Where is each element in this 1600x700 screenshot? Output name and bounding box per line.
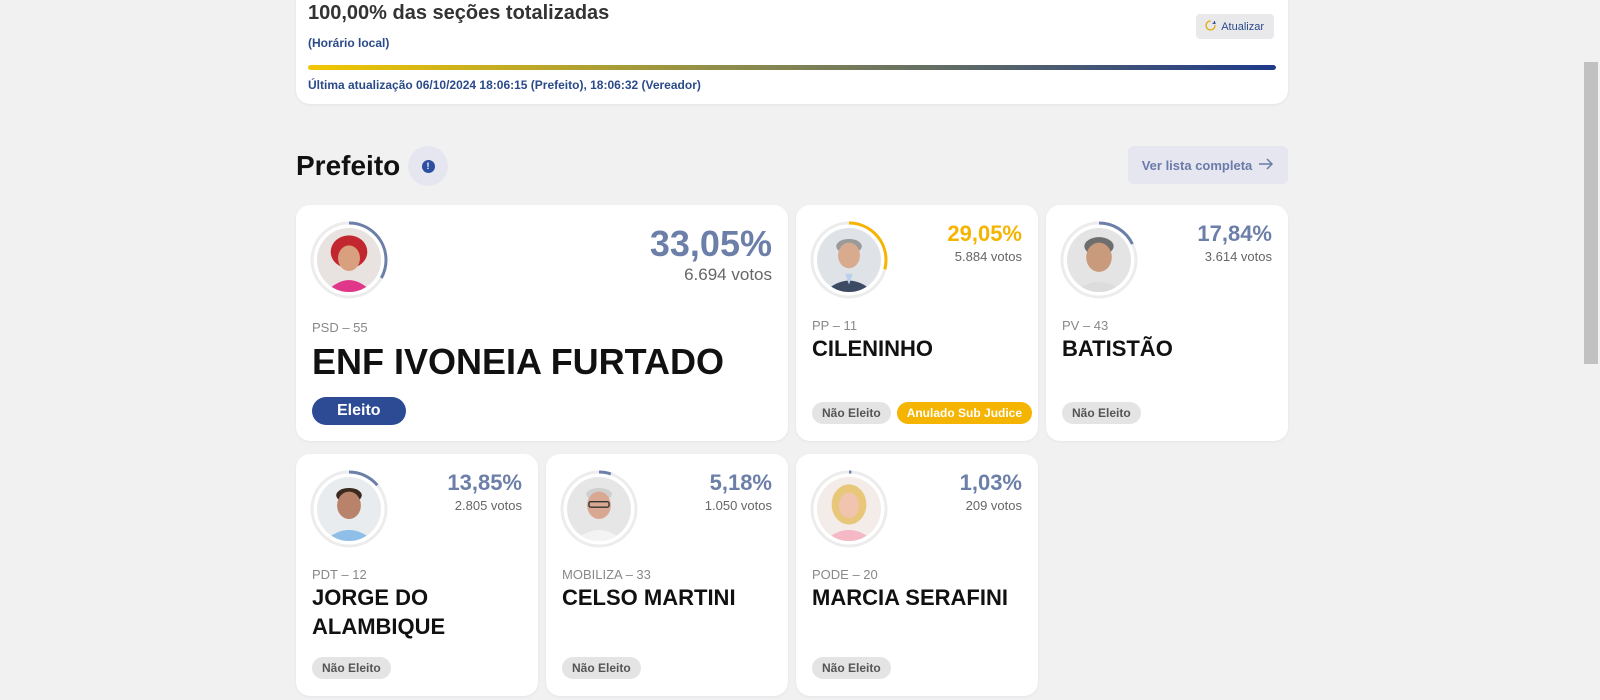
not-elected-badge: Não Eleito xyxy=(812,657,891,679)
party-number: PV – 43 xyxy=(1062,318,1109,333)
candidate-card[interactable]: 13,85% 2.805 votos PDT – 12 JORGE DO ALA… xyxy=(296,454,538,696)
candidate-card[interactable]: 33,05% 6.694 votos PSD – 55 ENF IVONEIA … xyxy=(296,205,788,441)
scrollbar-thumb[interactable] xyxy=(1584,62,1598,364)
candidate-card[interactable]: 17,84% 3.614 votos PV – 43 BATISTÃO Não … xyxy=(1046,205,1288,441)
not-elected-badge: Não Eleito xyxy=(562,657,641,679)
avatar xyxy=(564,474,634,544)
section-title: Prefeito xyxy=(296,150,401,181)
vote-percentage: 29,05% xyxy=(947,221,1022,246)
not-elected-badge: Não Eleito xyxy=(312,657,391,679)
info-icon: ! xyxy=(421,159,435,173)
avatar-ring xyxy=(1058,219,1140,301)
candidate-card[interactable]: 1,03% 209 votos PODE – 20 MARCIA SERAFIN… xyxy=(796,454,1038,696)
avatar-ring xyxy=(308,468,390,550)
arrow-right-icon xyxy=(1258,157,1274,173)
candidate-card[interactable]: 5,18% 1.050 votos MOBILIZA – 33 CELSO MA… xyxy=(546,454,788,696)
local-time-note: (Horário local) xyxy=(308,36,390,50)
candidate-card[interactable]: 29,05% 5.884 votos PP – 11 CILENINHO Não… xyxy=(796,205,1038,441)
last-update-text: Última atualização 06/10/2024 18:06:15 (… xyxy=(308,78,701,92)
not-elected-badge: Não Eleito xyxy=(812,402,891,424)
view-full-list-label: Ver lista completa xyxy=(1141,157,1253,173)
candidate-name: ENF IVONEIA FURTADO xyxy=(312,341,724,382)
not-elected-badge: Não Eleito xyxy=(1062,402,1141,424)
candidate-name: CELSO MARTINI xyxy=(562,585,736,610)
avatar xyxy=(314,225,384,295)
vote-percentage: 5,18% xyxy=(709,470,772,495)
vote-count: 6.694 votos xyxy=(684,265,772,284)
party-number: MOBILIZA – 33 xyxy=(562,567,651,582)
avatar xyxy=(814,225,884,295)
totalization-status-card: 100,00% das seções totalizadas (Horário … xyxy=(296,0,1288,104)
candidate-name: JORGE DO ALAMBIQUE xyxy=(312,585,446,639)
vote-percentage: 1,03% xyxy=(959,470,1022,495)
refresh-icon xyxy=(1204,19,1217,35)
avatar xyxy=(314,474,384,544)
progress-fill xyxy=(308,65,1276,70)
party-number: PODE – 20 xyxy=(812,567,878,582)
vote-percentage: 17,84% xyxy=(1197,221,1272,246)
avatar-ring xyxy=(808,468,890,550)
avatar-ring xyxy=(558,468,640,550)
party-number: PSD – 55 xyxy=(312,320,368,335)
vote-percentage: 33,05% xyxy=(649,223,772,264)
refresh-button[interactable]: Atualizar xyxy=(1196,14,1274,39)
candidate-name: BATISTÃO xyxy=(1062,336,1173,361)
elected-badge: Eleito xyxy=(312,397,406,425)
vote-count: 209 votos xyxy=(965,498,1022,513)
view-full-list-button[interactable]: Ver lista completa xyxy=(1128,146,1288,184)
candidate-name: CILENINHO xyxy=(812,336,933,361)
totalization-progress-bar xyxy=(308,65,1276,70)
vote-count: 3.614 votos xyxy=(1204,249,1272,264)
vote-count: 2.805 votos xyxy=(454,498,522,513)
info-button[interactable]: ! xyxy=(408,146,448,186)
avatar-ring xyxy=(808,219,890,301)
totalization-title: 100,00% das seções totalizadas xyxy=(308,2,610,24)
vote-count: 5.884 votos xyxy=(954,249,1022,264)
avatar xyxy=(814,474,884,544)
party-number: PDT – 12 xyxy=(312,567,367,582)
vote-percentage: 13,85% xyxy=(447,470,522,495)
party-number: PP – 11 xyxy=(812,318,858,333)
avatar xyxy=(1064,225,1134,295)
refresh-label: Atualizar xyxy=(1221,20,1264,33)
sub-judice-badge: Anulado Sub Judice xyxy=(896,402,1033,424)
vote-count: 1.050 votos xyxy=(704,498,772,513)
avatar-ring xyxy=(308,219,390,301)
candidate-name: MARCIA SERAFINI xyxy=(812,585,1008,610)
